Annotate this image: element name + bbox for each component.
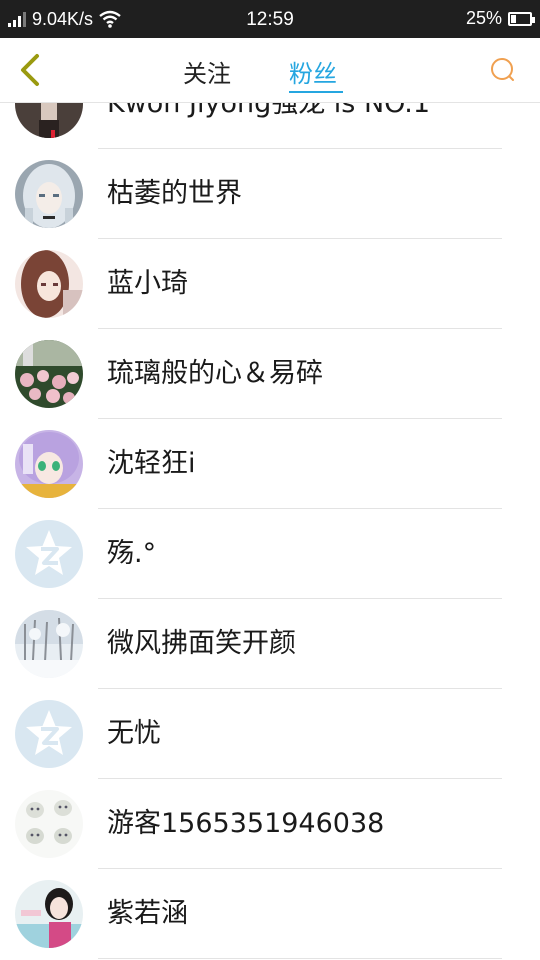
clock: 12:59 xyxy=(246,9,294,30)
fan-row[interactable]: 沈轻狂i xyxy=(0,419,540,509)
fan-name: 枯萎的世界 xyxy=(107,178,242,209)
fan-row[interactable]: 紫若涵 xyxy=(0,869,540,959)
battery-percent: 25% xyxy=(465,8,502,28)
tab-bar: 关注 粉丝 xyxy=(0,38,540,102)
fan-row[interactable]: 琉璃般的心＆易碎 xyxy=(0,329,540,419)
battery-icon xyxy=(508,11,535,26)
avatar[interactable] xyxy=(15,790,83,858)
active-tab-indicator xyxy=(289,91,343,93)
fan-name: 沈轻狂i xyxy=(107,448,196,479)
top-nav: 关注 粉丝 xyxy=(0,38,540,103)
fans-list[interactable]: Kwon Jiyong强龙 is NO.1 枯萎的世界 蓝小琦 琉璃般的心＆易碎… xyxy=(0,103,540,960)
qzone-default-avatar-icon[interactable] xyxy=(15,520,83,588)
status-right: 25% xyxy=(465,8,535,29)
fan-row[interactable]: 游客1565351946038 xyxy=(0,779,540,869)
fan-row[interactable]: 枯萎的世界 xyxy=(0,149,540,239)
tab-fans[interactable]: 粉丝 xyxy=(289,54,337,89)
tab-following[interactable]: 关注 xyxy=(183,54,231,89)
qzone-default-avatar-icon[interactable] xyxy=(15,700,83,768)
avatar[interactable] xyxy=(15,430,83,498)
avatar[interactable] xyxy=(15,880,83,948)
avatar[interactable] xyxy=(15,250,83,318)
fan-name: 紫若涵 xyxy=(107,898,188,929)
fan-name: 微风拂面笑开颜 xyxy=(107,628,296,659)
avatar[interactable] xyxy=(15,610,83,678)
avatar[interactable] xyxy=(15,340,83,408)
fan-name: 琉璃般的心＆易碎 xyxy=(107,358,323,389)
status-bar: 9.04K/s 12:59 25% xyxy=(0,0,540,38)
search-icon[interactable] xyxy=(488,55,518,85)
fan-row[interactable]: 微风拂面笑开颜 xyxy=(0,599,540,689)
fan-name: 游客1565351946038 xyxy=(107,808,385,839)
divider xyxy=(98,958,502,959)
battery-level xyxy=(511,14,516,23)
avatar[interactable] xyxy=(15,103,83,138)
fan-name: 殇.° xyxy=(107,538,157,569)
fan-name: Kwon Jiyong强龙 is NO.1 xyxy=(107,103,431,119)
fan-name: 蓝小琦 xyxy=(107,268,188,299)
fan-row[interactable]: 无忧 xyxy=(0,689,540,779)
fan-name: 无忧 xyxy=(107,718,161,749)
fan-row[interactable]: Kwon Jiyong强龙 is NO.1 xyxy=(0,103,540,149)
fan-row[interactable]: 蓝小琦 xyxy=(0,239,540,329)
fan-row[interactable]: 殇.° xyxy=(0,509,540,599)
avatar[interactable] xyxy=(15,160,83,228)
